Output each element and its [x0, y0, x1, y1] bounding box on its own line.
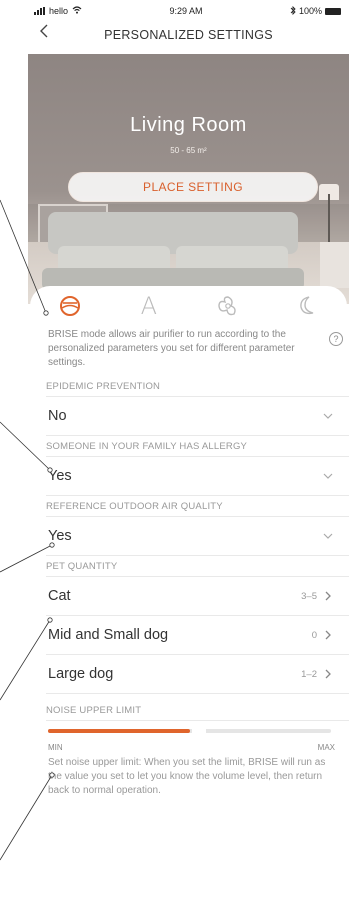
carrier-label: hello — [49, 6, 69, 16]
noise-slider[interactable] — [48, 728, 331, 735]
mode-auto[interactable]: A — [129, 291, 169, 321]
epidemic-select[interactable]: No — [28, 397, 349, 435]
mode-sleep[interactable] — [287, 291, 327, 321]
side-table-image — [320, 242, 349, 288]
pet-label: Mid and Small dog — [48, 627, 169, 643]
noise-slider-fill — [48, 729, 190, 733]
status-time: 9:29 AM — [169, 6, 203, 16]
mode-description-row: BRISE mode allows air purifier to run ac… — [28, 328, 349, 370]
app-screen: hello 9:29 AM 100% PERSONALIZED SETTINGS — [28, 0, 349, 918]
chevron-right-icon — [325, 669, 331, 679]
mode-fan[interactable] — [208, 291, 248, 321]
mode-brise[interactable] — [50, 291, 90, 321]
room-name: Living Room — [130, 114, 247, 136]
section-allergy-title: SOMEONE IN YOUR FAMILY HAS ALLERGY — [46, 440, 248, 452]
brise-mode-icon — [59, 296, 80, 316]
pet-label: Cat — [48, 588, 71, 604]
outdoor-select[interactable]: Yes — [28, 517, 349, 555]
pet-row-large-dog[interactable]: Large dog 1–2 — [28, 655, 349, 693]
section-outdoor-title: REFERENCE OUTDOOR AIR QUALITY — [46, 500, 223, 512]
chevron-down-icon — [323, 413, 333, 419]
epidemic-value: No — [48, 408, 67, 424]
allergy-select[interactable]: Yes — [28, 457, 349, 495]
noise-slider-handle[interactable] — [191, 728, 206, 734]
mode-description: BRISE mode allows air purifier to run ac… — [48, 329, 295, 368]
back-chevron-icon[interactable] — [34, 24, 54, 43]
fan-mode-icon — [218, 296, 236, 316]
noise-min-label: MIN — [48, 743, 63, 752]
phone-frame: hello 9:29 AM 100% PERSONALIZED SETTINGS — [0, 0, 349, 918]
nav-bar: PERSONALIZED SETTINGS — [28, 22, 349, 48]
signal-icon — [34, 7, 45, 15]
pet-row-cat[interactable]: Cat 3–5 — [28, 577, 349, 615]
outdoor-value: Yes — [48, 528, 72, 544]
wifi-icon — [72, 6, 82, 16]
battery-percent: 100% — [298, 6, 322, 16]
divider — [46, 693, 349, 694]
pet-label: Large dog — [48, 666, 114, 682]
room-hero: Living Room 50 - 65 m² PLACE SETTING — [28, 54, 349, 304]
place-setting-button[interactable]: PLACE SETTING — [68, 172, 318, 202]
noise-range-labels: MIN MAX — [48, 743, 335, 752]
section-epidemic-title: EPIDEMIC PREVENTION — [46, 380, 161, 392]
pet-row-mid-small-dog[interactable]: Mid and Small dog 0 — [28, 616, 349, 654]
chevron-down-icon — [323, 473, 333, 479]
bluetooth-icon — [290, 5, 296, 17]
status-bar: hello 9:29 AM 100% — [28, 0, 349, 22]
allergy-value: Yes — [48, 468, 72, 484]
sleep-mode-icon — [300, 296, 314, 315]
chevron-down-icon — [323, 533, 333, 539]
noise-description: Set noise upper limit: When you set the … — [48, 757, 326, 796]
pet-quantity: 3–5 — [301, 590, 317, 602]
page-title: PERSONALIZED SETTINGS — [104, 28, 273, 42]
battery-icon — [324, 7, 341, 15]
divider — [46, 720, 349, 721]
pet-quantity: 0 — [311, 629, 317, 641]
pet-quantity: 1–2 — [301, 668, 317, 680]
auto-mode-icon: A — [140, 292, 158, 320]
chevron-right-icon — [325, 630, 331, 640]
help-icon[interactable]: ? — [329, 332, 343, 346]
chevron-right-icon — [325, 591, 331, 601]
section-noise-title: NOISE UPPER LIMIT — [46, 704, 142, 716]
room-area: 50 - 65 m² — [170, 146, 207, 155]
noise-max-label: MAX — [317, 743, 335, 752]
mode-selector: A — [30, 286, 347, 326]
section-pets-title: PET QUANTITY — [46, 560, 118, 572]
